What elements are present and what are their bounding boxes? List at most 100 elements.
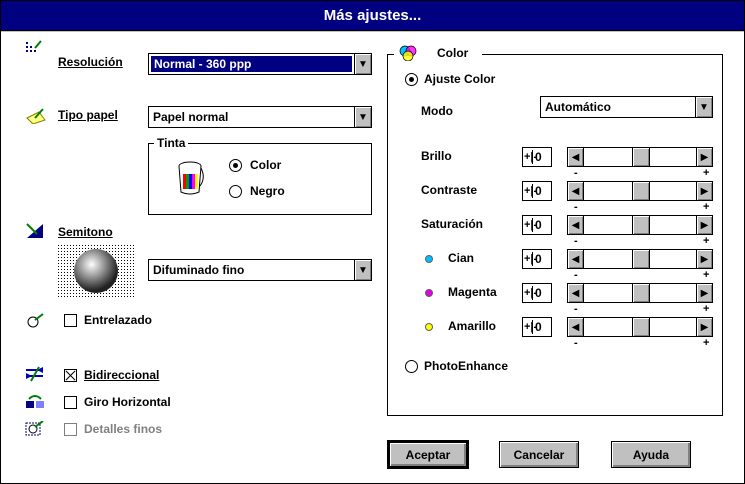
paper-label: Tipo papel [58, 108, 118, 122]
chevron-down-icon[interactable]: ▼ [695, 97, 712, 117]
slider-value-box-0[interactable]: +|- 0 [522, 147, 552, 167]
dialog-body: Resolución Normal - 360 ppp ▼ Tipo papel… [1, 32, 744, 483]
chevron-down-icon[interactable]: ▼ [354, 107, 371, 127]
bidirectional-label[interactable]: Bidireccional [84, 368, 159, 382]
arrow-right-icon[interactable]: ▶ [696, 284, 712, 302]
slider-value-5: 0 [532, 320, 542, 334]
sign-glyph: +|- [524, 185, 538, 197]
dialog-window: Más ajustes... Resolución Normal - 360 p… [0, 0, 745, 484]
title-bar[interactable]: Más ajustes... [1, 1, 744, 31]
slider-value-2: 0 [532, 218, 542, 232]
plus-tick: + [703, 269, 710, 281]
bidirectional-checkbox[interactable] [64, 369, 77, 382]
ink-color-label[interactable]: Color [250, 158, 281, 172]
mode-select[interactable]: Automático ▼ [540, 96, 713, 118]
paper-select[interactable]: Papel normal ▼ [148, 106, 372, 128]
slider-thumb-1[interactable] [632, 182, 650, 200]
fine-detail-label[interactable]: Detalles finos [84, 422, 162, 436]
accept-button-label: Aceptar [405, 447, 451, 462]
arrow-left-icon[interactable]: ◀ [568, 148, 584, 166]
slider-thumb-4[interactable] [632, 284, 650, 302]
slider-value-box-3[interactable]: +|- 0 [522, 249, 552, 269]
adjust-color-radio[interactable] [405, 73, 418, 86]
halftone-select[interactable]: Difuminado fino ▼ [148, 259, 372, 281]
flip-label[interactable]: Giro Horizontal [84, 395, 171, 409]
magenta-dot-icon [425, 289, 433, 297]
slider-value-box-4[interactable]: +|- 0 [522, 283, 552, 303]
slider-thumb-5[interactable] [632, 318, 650, 336]
slider-value-0: 0 [532, 150, 542, 164]
resolution-value: Normal - 360 ppp [151, 56, 352, 72]
slider-track-1[interactable]: ◀ ▶ [567, 181, 713, 201]
arrow-left-icon[interactable]: ◀ [568, 318, 584, 336]
slider-thumb-3[interactable] [632, 250, 650, 268]
minus-tick: - [574, 337, 578, 349]
sign-glyph: +|- [524, 321, 538, 333]
arrow-right-icon[interactable]: ▶ [696, 148, 712, 166]
sign-glyph: +|- [524, 219, 538, 231]
amarillo-dot-icon [425, 323, 433, 331]
ink-bucket-icon [178, 161, 204, 195]
slider-thumb-2[interactable] [632, 216, 650, 234]
halftone-icon [26, 223, 43, 238]
slider-value-box-2[interactable]: +|- 0 [522, 215, 552, 235]
slider-label-1: Contraste [421, 183, 478, 197]
photoenhance-label[interactable]: PhotoEnhance [424, 359, 508, 373]
slider-value-box-1[interactable]: +|- 0 [522, 181, 552, 201]
photoenhance-radio[interactable] [405, 360, 418, 373]
interleave-label[interactable]: Entrelazado [84, 313, 152, 327]
slider-track-5[interactable]: ◀ ▶ [567, 317, 713, 337]
resolution-select[interactable]: Normal - 360 ppp ▼ [148, 53, 372, 75]
plus-tick: + [703, 201, 710, 213]
interleave-icon [27, 313, 44, 328]
ink-color-radio[interactable] [229, 159, 242, 172]
accept-button[interactable]: Aceptar [387, 440, 469, 469]
slider-label-4: Magenta [448, 285, 497, 299]
arrow-left-icon[interactable]: ◀ [568, 182, 584, 200]
slider-track-0[interactable]: ◀ ▶ [567, 147, 713, 167]
arrow-right-icon[interactable]: ▶ [696, 318, 712, 336]
window-title: Más ajustes... [323, 7, 422, 24]
arrow-right-icon[interactable]: ▶ [696, 216, 712, 234]
chevron-down-icon[interactable]: ▼ [354, 54, 371, 74]
mode-label: Modo [421, 104, 453, 118]
slider-label-5: Amarillo [448, 319, 497, 333]
flip-checkbox[interactable] [64, 396, 77, 409]
arrow-right-icon[interactable]: ▶ [696, 182, 712, 200]
slider-thumb-0[interactable] [632, 148, 650, 166]
chevron-down-icon[interactable]: ▼ [354, 260, 371, 280]
fine-detail-icon [25, 421, 44, 436]
halftone-value: Difuminado fino [153, 263, 245, 277]
plus-tick: + [703, 235, 710, 247]
flip-icon [26, 395, 44, 408]
mode-value: Automático [545, 100, 611, 114]
minus-tick: - [574, 269, 578, 281]
arrow-left-icon[interactable]: ◀ [568, 284, 584, 302]
arrow-left-icon[interactable]: ◀ [568, 216, 584, 234]
paper-icon [26, 108, 46, 124]
slider-label-3: Cian [448, 251, 475, 265]
cian-dot-icon [425, 255, 433, 263]
adjust-color-label[interactable]: Ajuste Color [424, 72, 495, 86]
arrow-left-icon[interactable]: ◀ [568, 250, 584, 268]
cancel-button[interactable]: Cancelar [499, 441, 579, 468]
cancel-button-label: Cancelar [513, 447, 565, 462]
arrow-right-icon[interactable]: ▶ [696, 250, 712, 268]
slider-track-2[interactable]: ◀ ▶ [567, 215, 713, 235]
sign-glyph: +|- [524, 151, 538, 163]
ink-black-radio[interactable] [229, 185, 242, 198]
plus-tick: + [703, 337, 710, 349]
slider-value-1: 0 [532, 184, 542, 198]
ink-black-label[interactable]: Negro [250, 184, 285, 198]
ink-group-title: Tinta [154, 136, 189, 150]
sign-glyph: +|- [524, 287, 538, 299]
help-button-label: Ayuda [632, 447, 670, 462]
interleave-checkbox[interactable] [64, 314, 77, 327]
slider-track-3[interactable]: ◀ ▶ [567, 249, 713, 269]
help-button[interactable]: Ayuda [611, 441, 691, 468]
minus-tick: - [574, 201, 578, 213]
fine-detail-checkbox[interactable] [64, 423, 77, 436]
halftone-preview [58, 245, 134, 297]
slider-track-4[interactable]: ◀ ▶ [567, 283, 713, 303]
slider-value-box-5[interactable]: +|- 0 [522, 317, 552, 337]
